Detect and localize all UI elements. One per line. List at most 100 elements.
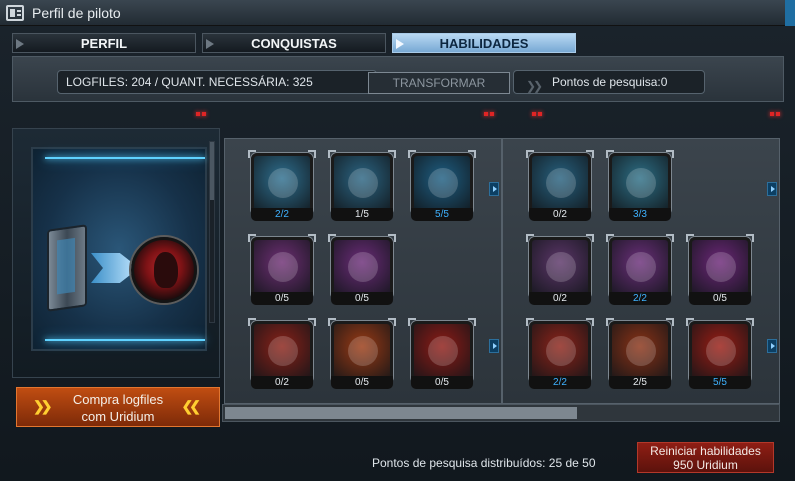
skill-slot[interactable]: 2/2 — [606, 234, 674, 305]
frame-corner — [746, 234, 754, 242]
frame-corner — [746, 318, 754, 326]
tab-perfil[interactable]: PERFIL — [12, 33, 196, 53]
frame-corner — [468, 318, 476, 326]
skill-slot[interactable]: 0/5 — [408, 318, 476, 389]
cargo-hold-icon — [609, 153, 671, 215]
frame-corner — [408, 150, 416, 158]
frame-corner — [686, 318, 694, 326]
skill-level: 3/3 — [609, 208, 671, 221]
skill-slot[interactable]: 0/5 — [328, 234, 396, 305]
skill-level: 0/2 — [251, 376, 313, 389]
skill-level: 0/5 — [331, 292, 393, 305]
frame-corner — [328, 234, 336, 242]
reset-label-line2: 950 Uridium — [673, 458, 738, 472]
tab-conquistas[interactable]: CONQUISTAS — [202, 33, 386, 53]
skull-icon — [251, 321, 313, 383]
skill-panel-left: 2/2 1/5 5/5 0/5 0/5 0/2 0/5 0/5 — [224, 138, 502, 404]
scroll-right-arrow-icon[interactable] — [489, 339, 499, 353]
scroll-right-arrow-icon[interactable] — [767, 339, 777, 353]
skills-horizontal-scrollbar[interactable] — [222, 404, 780, 422]
laser-icon — [689, 321, 751, 383]
frame-corner — [468, 150, 476, 158]
title-bar: Perfil de piloto — [0, 0, 795, 26]
scroll-right-arrow-icon[interactable] — [489, 182, 499, 196]
transform-button[interactable]: TRANSFORMAR — [368, 72, 510, 94]
energy-line-bottom — [45, 339, 205, 341]
skill-level: 0/5 — [331, 376, 393, 389]
skill-level: 2/2 — [609, 292, 671, 305]
tab-arrow-icon — [396, 39, 404, 49]
frame-corner — [606, 318, 614, 326]
tab-arrow-icon — [16, 39, 24, 49]
explosion-icon — [331, 321, 393, 383]
frame-corner — [248, 234, 256, 242]
rifle-icon — [609, 321, 671, 383]
frame-corner — [526, 318, 534, 326]
rocket-icon — [529, 153, 591, 215]
tab-arrow-icon — [206, 39, 214, 49]
tab-label: PERFIL — [80, 36, 128, 51]
frame-corner — [666, 234, 674, 242]
skill-slot[interactable]: 0/5 — [686, 234, 754, 305]
tab-label: CONQUISTAS — [251, 36, 337, 51]
red-light-icon — [202, 112, 206, 116]
skill-slot[interactable]: 2/5 — [606, 318, 674, 389]
frame-corner — [586, 234, 594, 242]
frame-corner — [606, 150, 614, 158]
ship-shield-icon — [411, 153, 473, 215]
frame-corner — [586, 318, 594, 326]
energy-beam-icon — [689, 237, 751, 299]
skill-slot[interactable]: 0/2 — [526, 234, 594, 305]
skill-slot[interactable]: 1/5 — [328, 150, 396, 221]
pilot-face-icon — [529, 321, 591, 383]
tab-habilidades[interactable]: HABILIDADES — [392, 33, 576, 53]
left-panel-scrollbar[interactable] — [209, 141, 215, 323]
transform-display — [31, 147, 207, 351]
skill-slot[interactable]: 0/5 — [248, 234, 316, 305]
frame-corner — [388, 234, 396, 242]
logfiles-info-bar: LOGFILES: 204 / QUANT. NECESSÁRIA: 325 T… — [12, 56, 784, 102]
scrollbar-thumb[interactable] — [210, 142, 214, 200]
frame-corner — [666, 150, 674, 158]
reset-skills-button[interactable]: Reiniciar habilidades 950 Uridium — [637, 442, 774, 473]
scroll-right-arrow-icon[interactable] — [767, 182, 777, 196]
red-light-icon — [770, 112, 774, 116]
frame-corner — [308, 318, 316, 326]
skill-slot[interactable]: 2/2 — [248, 150, 316, 221]
red-light-icon — [532, 112, 536, 116]
double-chevron-icon: ❯❯ — [526, 79, 543, 93]
frame-corner — [248, 318, 256, 326]
cargo-hold-icon — [251, 153, 313, 215]
skill-slot[interactable]: 0/2 — [248, 318, 316, 389]
skill-level: 0/2 — [529, 292, 591, 305]
skill-level: 0/5 — [411, 376, 473, 389]
skill-slot[interactable]: 0/5 — [328, 318, 396, 389]
skill-level: 5/5 — [689, 376, 751, 389]
skill-slot[interactable]: 5/5 — [408, 150, 476, 221]
tab-label: HABILIDADES — [439, 36, 529, 51]
energy-line-top — [45, 157, 205, 159]
window-title: Perfil de piloto — [32, 5, 121, 21]
red-light-icon — [196, 112, 200, 116]
frame-corner — [248, 150, 256, 158]
frame-corner — [308, 150, 316, 158]
skill-level: 2/2 — [529, 376, 591, 389]
skill-level: 0/2 — [529, 208, 591, 221]
green-arrows-icon — [411, 321, 473, 383]
skill-slot[interactable]: 0/2 — [526, 150, 594, 221]
research-points-label: Pontos de pesquisa:0 — [552, 75, 668, 89]
double-chevron-icon: ❮❮ — [181, 398, 202, 414]
buy-logfiles-button[interactable]: ❯❯ Compra logfiles com Uridium ❮❮ — [16, 387, 220, 427]
reset-label-line1: Reiniciar habilidades — [650, 444, 761, 458]
frame-corner — [328, 150, 336, 158]
frame-corner — [686, 234, 694, 242]
skill-slot[interactable]: 2/2 — [526, 318, 594, 389]
frame-corner — [328, 318, 336, 326]
skill-slot[interactable]: 3/3 — [606, 150, 674, 221]
scrollbar-thumb[interactable] — [225, 407, 577, 419]
profile-card-icon — [6, 5, 24, 21]
skill-slot[interactable]: 5/5 — [686, 318, 754, 389]
frame-corner — [666, 318, 674, 326]
skill-level: 5/5 — [411, 208, 473, 221]
red-light-icon — [538, 112, 542, 116]
